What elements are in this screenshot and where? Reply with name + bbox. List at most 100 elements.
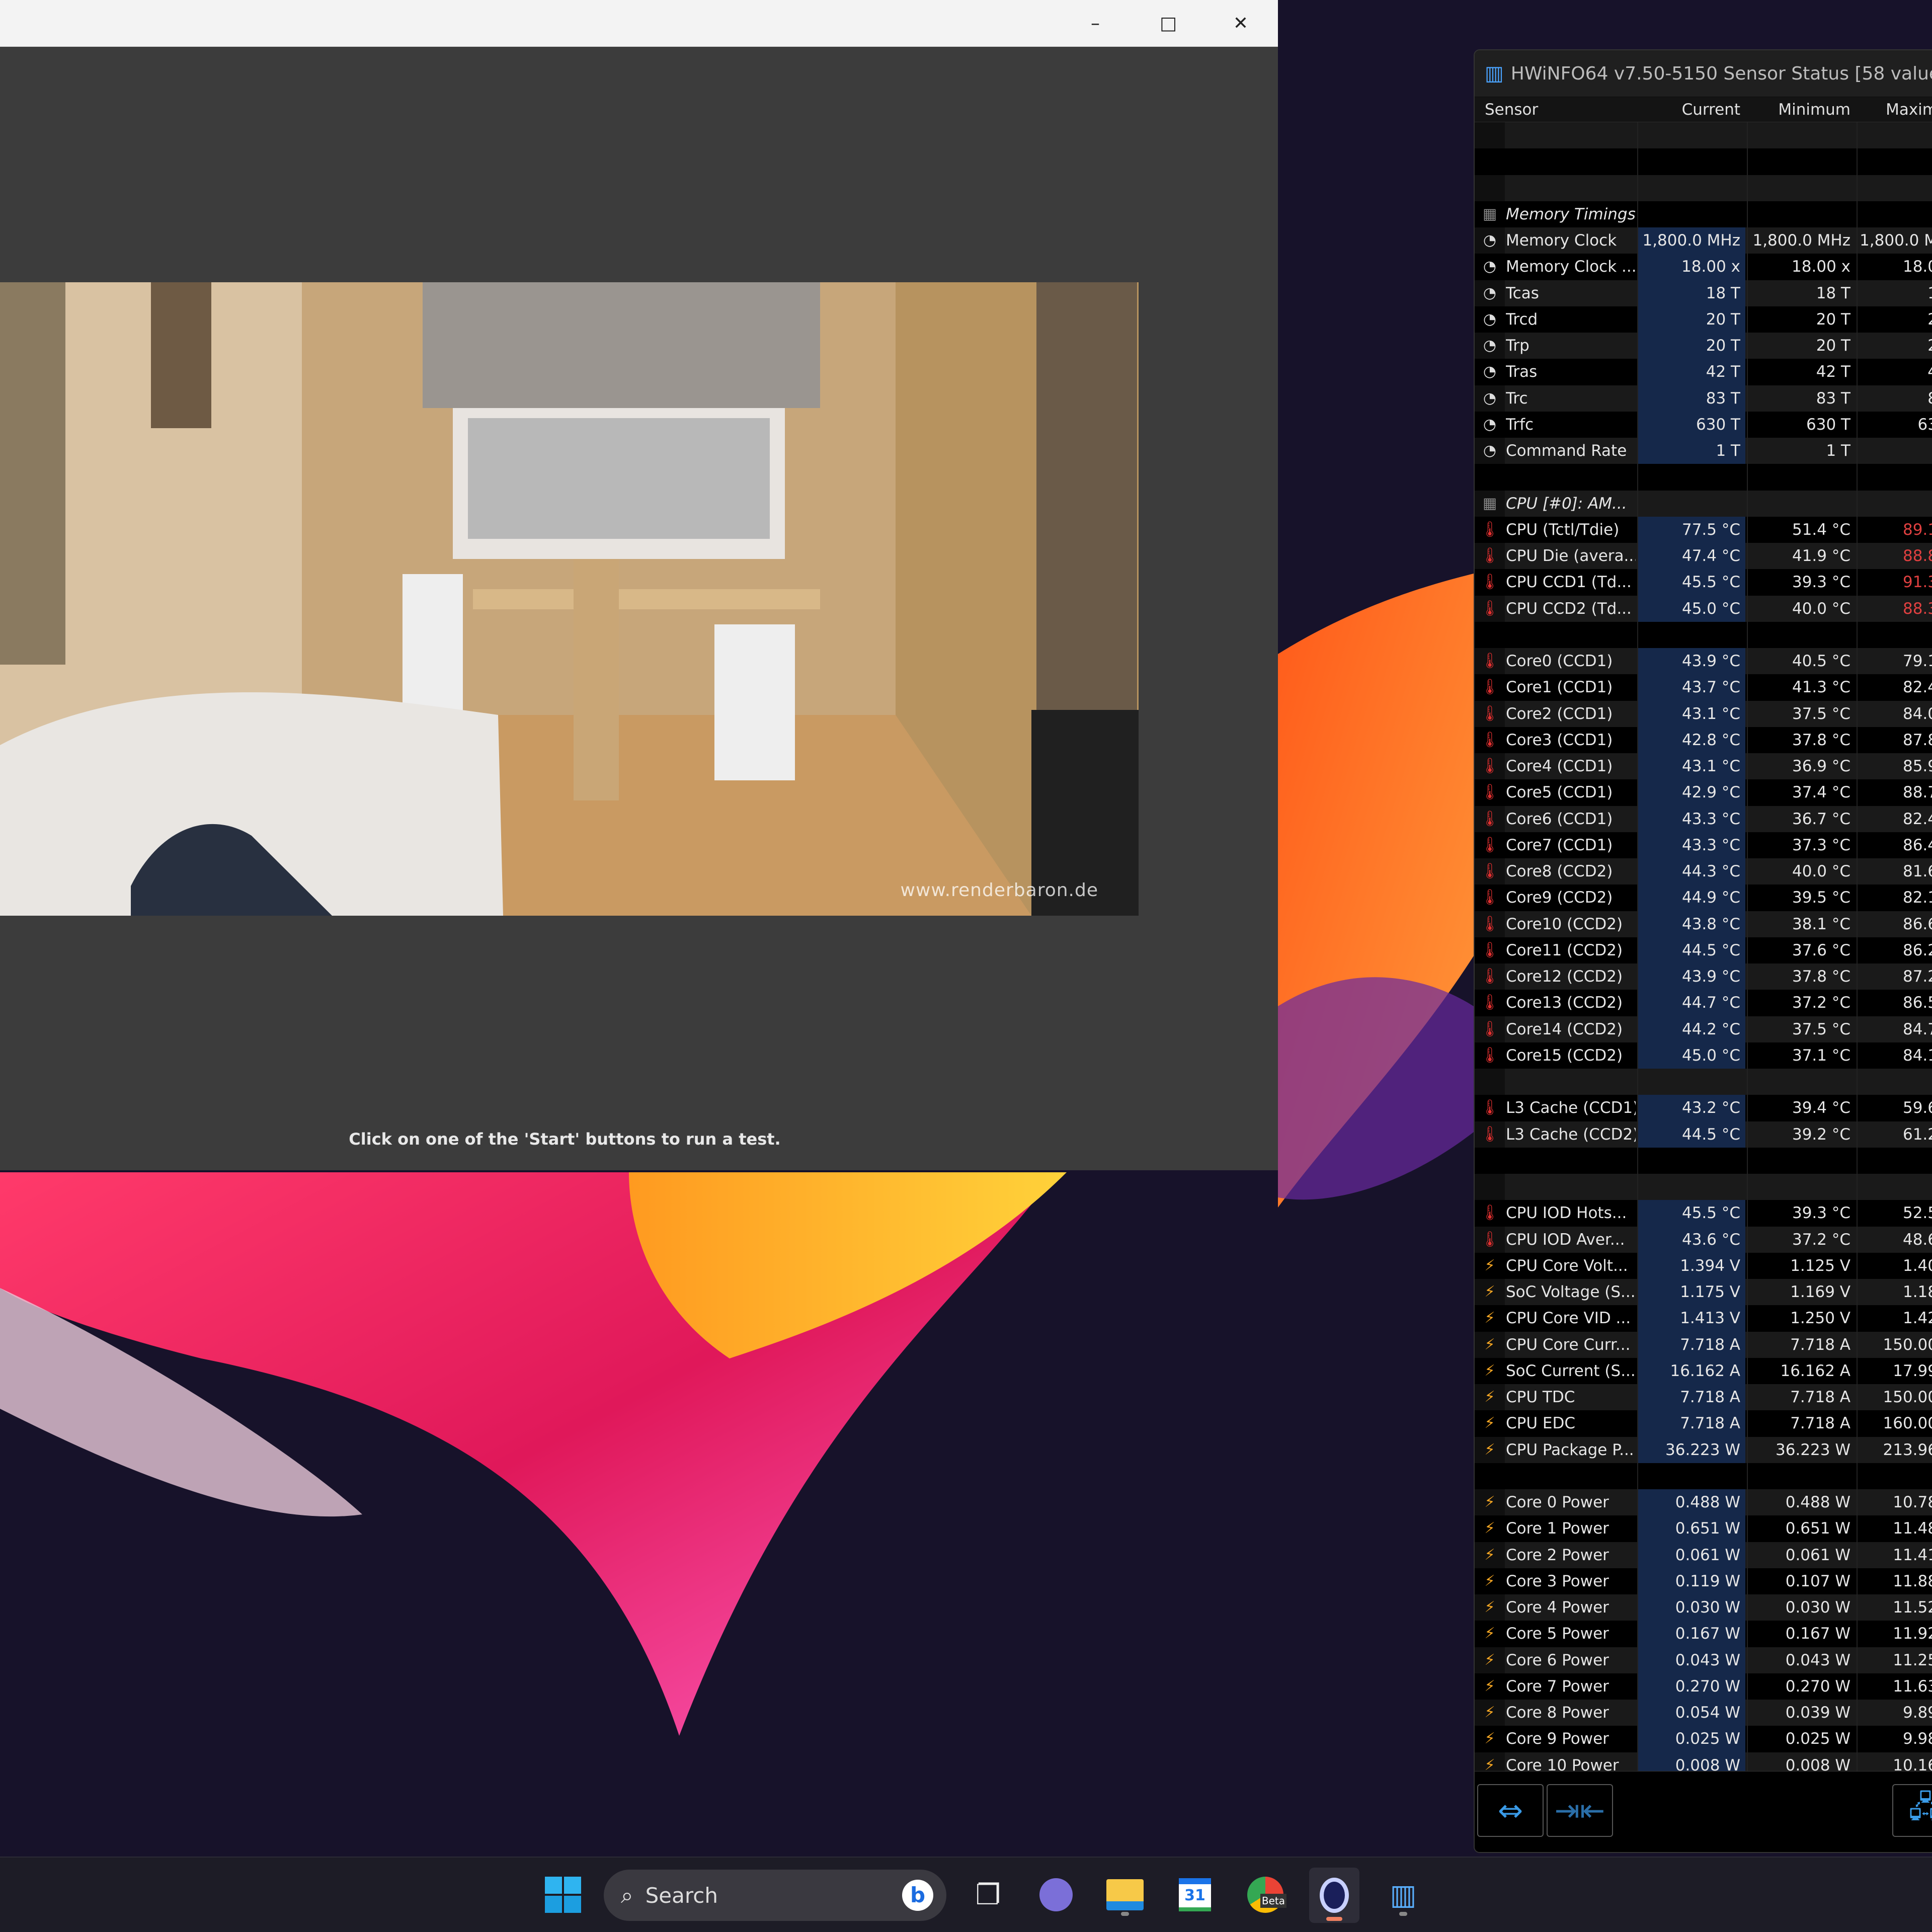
- sensor-row[interactable]: 🌡 CPU Die (avera...47.4 °C41.9 °C88.8: [1475, 543, 1932, 570]
- lightning-icon: ⚡: [1484, 1309, 1495, 1327]
- sensor-row[interactable]: ⚡Core 2 Power0.061 W0.061 W11.41: [1475, 1542, 1932, 1568]
- sensor-row[interactable]: 🌡 Core0 (CCD1) 43.9 °C40.5 °C79.1: [1475, 648, 1932, 675]
- minimum-value: 16.162 A: [1747, 1357, 1856, 1384]
- sensor-row[interactable]: ⚡Core 7 Power0.270 W0.270 W11.63: [1475, 1673, 1932, 1700]
- current-value: 43.1 °C: [1637, 700, 1745, 727]
- minimum-value: 83 T: [1747, 385, 1856, 412]
- sensor-row[interactable]: ◔Tcas18 T18 T1: [1475, 280, 1932, 306]
- sensor-row[interactable]: 🌡 CPU CCD2 (Td... 45.0 °C40.0 °C88.3: [1475, 595, 1932, 622]
- sensor-row[interactable]: ◔Trfc630 T630 T63: [1475, 411, 1932, 438]
- sensor-row[interactable]: ⚡ Core 8 Power 0.054 W0.039 W9.89: [1475, 1700, 1932, 1726]
- sensor-row[interactable]: 🌡 Core11 (CCD2) 44.5 °C37.6 °C86.2: [1475, 937, 1932, 963]
- sensor-row[interactable]: ⚡Core 9 Power0.025 W0.025 W9.98: [1475, 1726, 1932, 1752]
- search-box[interactable]: ⌕ Search b: [604, 1870, 946, 1921]
- cinebench-icon: [1320, 1878, 1349, 1913]
- title-bar[interactable]: ▥ HWiNFO64 v7.50-5150 Sensor Status [58 …: [1475, 50, 1932, 97]
- sensor-row[interactable]: ⚡CPU TDC7.718 A7.718 A150.00: [1475, 1384, 1932, 1411]
- sensor-row[interactable]: 🌡 Core6 (CCD1) 43.3 °C36.7 °C82.4: [1475, 806, 1932, 832]
- sensor-row[interactable]: 🌡 Core10 (CCD2) 43.8 °C38.1 °C86.6: [1475, 911, 1932, 937]
- sensor-row[interactable]: 🌡 Core12 (CCD2) 43.9 °C37.8 °C87.2: [1475, 963, 1932, 990]
- minimum-value: 37.3 °C: [1747, 832, 1856, 858]
- sensor-row[interactable]: 🌡 Core1 (CCD1) 43.7 °C41.3 °C82.4: [1475, 674, 1932, 701]
- sensor-row[interactable]: ⚡Core 1 Power0.651 W0.651 W11.48: [1475, 1515, 1932, 1542]
- sensor-row[interactable]: 🌡 CPU IOD Hots... 45.5 °C39.3 °C52.5: [1475, 1200, 1932, 1227]
- teams-button[interactable]: [1032, 1871, 1080, 1919]
- sensor-row[interactable]: ⚡SoC Current (S...16.162 A16.162 A17.99: [1475, 1357, 1932, 1384]
- sensor-row[interactable]: ⚡ Core 3 Power 0.119 W0.107 W11.88: [1475, 1568, 1932, 1594]
- sensor-row[interactable]: 🌡 CPU (Tctl/Tdie) 77.5 °C51.4 °C89.1: [1475, 516, 1932, 543]
- expand-columns-button[interactable]: ⇔: [1477, 1784, 1544, 1837]
- sensor-table[interactable]: ▦ Memory Timings ◔ Memory Clock 1,800.0 MHz 1…: [1475, 122, 1932, 1771]
- chrome-beta-button[interactable]: Beta: [1241, 1871, 1290, 1919]
- sensor-row[interactable]: ⚡CPU Package P...36.223 W36.223 W213.96: [1475, 1436, 1932, 1463]
- column-current[interactable]: Current: [1637, 97, 1740, 122]
- sensor-row[interactable]: ◔Tras42 T42 T4: [1475, 359, 1932, 385]
- close-button[interactable]: ✕: [1205, 0, 1276, 47]
- hwinfo-button[interactable]: ▥: [1379, 1871, 1427, 1919]
- column-sensor[interactable]: Sensor: [1485, 97, 1631, 122]
- minimum-value: 40.0 °C: [1747, 595, 1856, 622]
- title-bar[interactable]: – □ ✕: [0, 0, 1278, 47]
- sensor-row[interactable]: 🌡 L3 Cache (CCD1)43.2 °C39.4 °C59.6: [1475, 1095, 1932, 1121]
- sensor-group-header[interactable]: ▦ CPU [#0]: AM...: [1475, 490, 1932, 517]
- current-value: 0.008 W: [1637, 1752, 1745, 1771]
- sensor-row[interactable]: 🌡 Core8 (CCD2) 44.3 °C40.0 °C81.6: [1475, 858, 1932, 885]
- icon-cell: ⚡: [1475, 1673, 1505, 1700]
- sensor-row[interactable]: ⚡Core 5 Power0.167 W0.167 W11.92: [1475, 1621, 1932, 1647]
- icon-cell: 🌡: [1475, 595, 1505, 622]
- sensor-row[interactable]: 🌡 Core4 (CCD1) 43.1 °C36.9 °C85.9: [1475, 753, 1932, 780]
- sensor-row[interactable]: 🌡 L3 Cache (CCD2)44.5 °C39.2 °C61.2: [1475, 1121, 1932, 1148]
- icon-cell: 🌡: [1475, 806, 1505, 832]
- minimize-button[interactable]: –: [1060, 0, 1131, 47]
- sensor-row[interactable]: 🌡 CPU IOD Aver... 43.6 °C37.2 °C48.6: [1475, 1226, 1932, 1253]
- sensor-row[interactable]: 🌡 Core2 (CCD1) 43.1 °C37.5 °C84.0: [1475, 700, 1932, 727]
- maximum-value: 88.3: [1857, 595, 1932, 622]
- minimum-value: 39.3 °C: [1747, 1200, 1856, 1227]
- icon-cell: [1475, 175, 1505, 201]
- sensor-row[interactable]: 🌡 CPU CCD1 (Td... 45.5 °C39.3 °C91.3: [1475, 569, 1932, 596]
- start-button[interactable]: [539, 1871, 587, 1919]
- maximize-button[interactable]: □: [1133, 0, 1203, 47]
- bing-icon[interactable]: b: [902, 1880, 933, 1911]
- thermometer-icon: 🌡: [1480, 547, 1500, 565]
- sensor-row[interactable]: ⚡Core 0 Power0.488 W0.488 W10.78: [1475, 1489, 1932, 1516]
- current-value: 43.3 °C: [1637, 806, 1745, 832]
- task-view-button[interactable]: ❐: [964, 1871, 1012, 1919]
- chrome-beta-icon: Beta: [1247, 1877, 1286, 1913]
- sensor-row[interactable]: 🌡 Core5 (CCD1) 42.9 °C37.4 °C88.7: [1475, 779, 1932, 806]
- collapse-columns-button[interactable]: ⇥⇤: [1547, 1784, 1613, 1837]
- sensor-row[interactable]: ⚡ SoC Voltage (S...1.175 V1.169 V1.18: [1475, 1279, 1932, 1306]
- sensor-row[interactable]: ⚡Core 4 Power0.030 W0.030 W11.52: [1475, 1594, 1932, 1621]
- sensor-name: CPU (Tctl/Tdie): [1506, 520, 1620, 539]
- sensor-row[interactable]: ◔Trcd20 T20 T2: [1475, 306, 1932, 333]
- sensor-row[interactable]: ◔ Memory Clock 1,800.0 MHz 1,800.0 MHz 1,800…: [1475, 227, 1932, 254]
- cinebench-button[interactable]: [1309, 1868, 1359, 1923]
- column-minimum[interactable]: Minimum: [1747, 97, 1850, 122]
- sensor-row[interactable]: ◔Trc83 T83 T8: [1475, 385, 1932, 412]
- sensor-row[interactable]: 🌡 Core13 (CCD2) 44.7 °C37.2 °C86.5: [1475, 990, 1932, 1016]
- sensor-row[interactable]: ⚡ CPU Core Volt... 1.394 V1.125 V1.40: [1475, 1252, 1932, 1279]
- sensor-row[interactable]: 🌡 Core7 (CCD1) 43.3 °C37.3 °C86.4: [1475, 832, 1932, 858]
- sensor-row[interactable]: 🌡 Core3 (CCD1) 42.8 °C37.8 °C87.8: [1475, 727, 1932, 753]
- column-maximum[interactable]: Maxim: [1857, 97, 1932, 122]
- sensor-row[interactable]: ⚡CPU Core Curr...7.718 A7.718 A150.00: [1475, 1331, 1932, 1358]
- sensor-row[interactable]: ◔ Command Rate 1 T1 T: [1475, 438, 1932, 464]
- maximum-value: 11.88: [1857, 1568, 1932, 1594]
- sensor-row[interactable]: 🌡 Core9 (CCD2) 44.9 °C39.5 °C82.1: [1475, 884, 1932, 911]
- sensor-row[interactable]: ⚡Core 10 Power0.008 W0.008 W10.16: [1475, 1752, 1932, 1771]
- current-value: 43.1 °C: [1637, 753, 1745, 780]
- sensor-group-header[interactable]: ▦ Memory Timings: [1475, 201, 1932, 227]
- sensor-row[interactable]: 🌡 Core15 (CCD2) 45.0 °C37.1 °C84.1: [1475, 1042, 1932, 1069]
- calendar-button[interactable]: 31: [1171, 1871, 1219, 1919]
- running-indicator: [1399, 1912, 1407, 1916]
- sensor-row[interactable]: ◔Trp20 T20 T2: [1475, 333, 1932, 359]
- sensor-row[interactable]: ⚡ CPU Core VID ... 1.413 V1.250 V1.42: [1475, 1305, 1932, 1332]
- current-value: 83 T: [1637, 385, 1745, 412]
- file-explorer-button[interactable]: [1101, 1871, 1149, 1919]
- sensor-row[interactable]: ⚡Core 6 Power0.043 W0.043 W11.25: [1475, 1647, 1932, 1673]
- sensor-name: Tras: [1506, 363, 1538, 381]
- sensor-row[interactable]: ⚡CPU EDC7.718 A7.718 A160.00: [1475, 1410, 1932, 1437]
- sensor-row[interactable]: 🌡 Core14 (CCD2) 44.2 °C37.5 °C84.7: [1475, 1016, 1932, 1042]
- sensor-row[interactable]: ◔Memory Clock ...18.00 x18.00 x18.0: [1475, 254, 1932, 280]
- network-button[interactable]: 🖧: [1892, 1784, 1932, 1837]
